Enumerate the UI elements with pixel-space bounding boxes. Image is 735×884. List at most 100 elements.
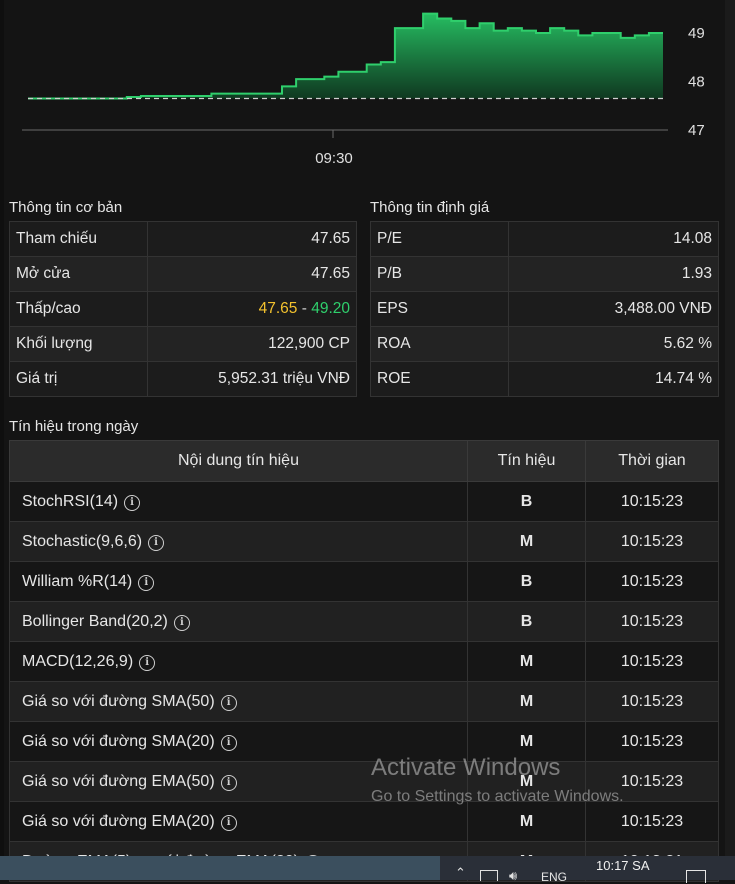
signal-time: 10:15:23 [585,761,719,802]
basic-info-table: Tham chiếu 47.65 Mở cửa 47.65 Thấp/cao 4… [9,221,357,397]
signal-time: 10:15:23 [585,641,719,682]
basic-info-title: Thông tin cơ bản [9,199,123,216]
trade-value: 5,952.31 triệu VNĐ [147,361,357,397]
signal-name-cell: StochRSI(14) i [9,481,468,522]
signal-time: 10:15:23 [585,521,719,562]
notification-icon[interactable] [686,870,706,883]
signal-row: Giá so với đường EMA(20) i M 10:15:23 [9,801,719,842]
signal-name: MACD(12,26,9) [22,652,134,670]
chevron-up-icon[interactable]: ⌃ [455,865,466,881]
info-icon[interactable]: i [139,654,156,671]
signal-name: Giá so với đường SMA(20) [22,732,215,750]
info-icon[interactable]: i [220,774,237,791]
high-price: 49.20 [311,300,350,317]
signal-name-cell: Stochastic(9,6,6) i [9,521,468,562]
basic-row-open: Mở cửa 47.65 [9,256,357,292]
signal-name: Giá so với đường EMA(20) [22,812,215,830]
signal-time: 10:15:23 [585,721,719,762]
signal-row: Giá so với đường EMA(50) i M 10:15:23 [9,761,719,802]
signal-name: Giá so với đường EMA(50) [22,772,215,790]
valuation-row-roe: ROE 14.74 % [370,361,719,397]
info-icon[interactable]: i [220,734,237,751]
signal-value: M [467,761,586,802]
valuation-row-roa: ROA 5.62 % [370,326,719,362]
signal-name: William %R(14) [22,572,133,590]
intraday-price-chart: 49 48 47 09:30 [22,12,705,167]
basic-row-low-high: Thấp/cao 47.65 - 49.20 [9,291,357,327]
signals-header-row: Nội dung tín hiệu Tín hiệu Thời gian [9,440,719,482]
row-label: Khối lượng [9,326,148,362]
windows-taskbar: ⌃ 🔊︎ ENG 10:17 SA [0,856,735,884]
signals-title: Tín hiệu trong ngày [9,418,139,435]
row-label: EPS [370,291,509,327]
info-icon[interactable]: i [138,574,155,591]
input-language[interactable]: ENG [541,870,567,884]
signal-time: 10:15:23 [585,801,719,842]
signal-name-cell: Giá so với đường EMA(20) i [9,801,468,842]
signal-value: M [467,801,586,842]
signal-name-cell: Giá so với đường SMA(20) i [9,721,468,762]
signal-value: M [467,681,586,722]
signal-name-cell: Giá so với đường SMA(50) i [9,681,468,722]
info-icon[interactable]: i [220,694,237,711]
signal-name-cell: Giá so với đường EMA(50) i [9,761,468,802]
signal-time: 10:15:23 [585,681,719,722]
basic-row-value: Giá trị 5,952.31 triệu VNĐ [9,361,357,397]
valuation-row-eps: EPS 3,488.00 VNĐ [370,291,719,327]
signal-name: Giá so với đường SMA(50) [22,692,215,710]
x-tick-label: 09:30 [315,150,353,167]
pb-value: 1.93 [508,256,719,292]
info-icon[interactable]: i [148,534,165,551]
valuation-title: Thông tin định giá [370,199,490,216]
signals-table: Nội dung tín hiệu Tín hiệu Thời gian Sto… [9,440,719,882]
taskbar-apps-area [0,856,440,880]
network-icon[interactable] [480,870,498,881]
volume-icon[interactable]: 🔊︎ [509,868,517,884]
valuation-row-pb: P/B 1.93 [370,256,719,292]
signal-name: Stochastic(9,6,6) [22,532,143,550]
reference-price: 47.65 [147,221,357,257]
low-high-value: 47.65 - 49.20 [147,291,357,327]
price-area-fill [28,13,663,99]
signal-name-cell: Bollinger Band(20,2) i [9,601,468,642]
basic-row-volume: Khối lượng 122,900 CP [9,326,357,362]
roe-value: 14.74 % [508,361,719,397]
volume-value: 122,900 CP [147,326,357,362]
signal-value: B [467,601,586,642]
signal-row: MACD(12,26,9) i M 10:15:23 [9,641,719,682]
signals-body: StochRSI(14) i B 10:15:23 Stochastic(9,6,6) i… [9,481,719,882]
signal-value: B [467,481,586,522]
header-signal: Tín hiệu [467,440,586,482]
valuation-table: P/E 14.08 P/B 1.93 EPS 3,488.00 VNĐ ROA … [370,221,719,397]
roa-value: 5.62 % [508,326,719,362]
signal-value: M [467,721,586,762]
y-tick-label: 48 [688,74,705,91]
info-icon[interactable]: i [124,494,141,511]
signal-name: Bollinger Band(20,2) [22,612,168,630]
signal-row: Stochastic(9,6,6) i M 10:15:23 [9,521,719,562]
eps-value: 3,488.00 VNĐ [508,291,719,327]
signal-name-cell: MACD(12,26,9) i [9,641,468,682]
info-icon[interactable]: i [220,814,237,831]
row-label: ROE [370,361,509,397]
taskbar-clock[interactable]: 10:17 SA [596,858,650,873]
low-price: 47.65 [258,300,298,317]
row-label: Thấp/cao [9,291,148,327]
signal-row: Giá so với đường SMA(20) i M 10:15:23 [9,721,719,762]
row-label: ROA [370,326,509,362]
row-label: Mở cửa [9,256,148,292]
header-content: Nội dung tín hiệu [9,440,468,482]
basic-row-reference: Tham chiếu 47.65 [9,221,357,257]
row-label: P/B [370,256,509,292]
signal-row: Bollinger Band(20,2) i B 10:15:23 [9,601,719,642]
signal-value: M [467,641,586,682]
signal-row: William %R(14) i B 10:15:23 [9,561,719,602]
signal-name-cell: William %R(14) i [9,561,468,602]
info-icon[interactable]: i [173,614,190,631]
signal-time: 10:15:23 [585,481,719,522]
open-price: 47.65 [147,256,357,292]
signal-value: M [467,521,586,562]
range-separator: - [297,300,312,317]
row-label: P/E [370,221,509,257]
header-time: Thời gian [585,440,719,482]
